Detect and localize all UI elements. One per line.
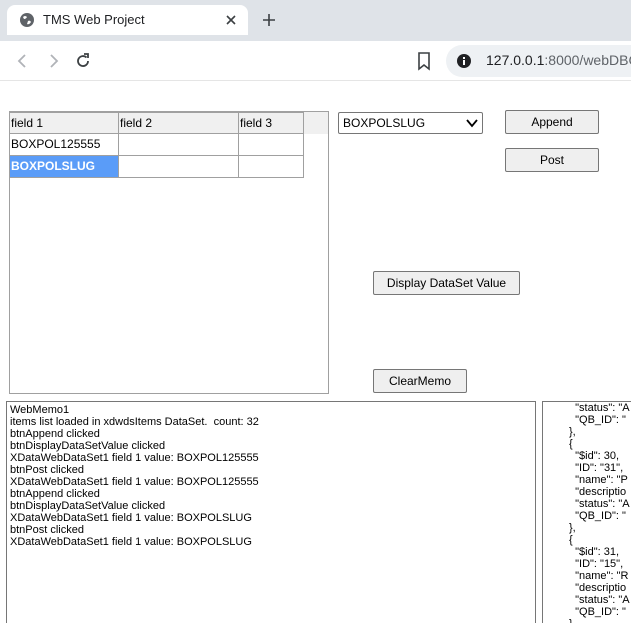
url-host: 127.0.0.1 — [486, 52, 545, 68]
append-button[interactable]: Append — [505, 110, 599, 134]
reload-icon[interactable] — [73, 51, 93, 71]
memo-line: btnAppend clicked — [10, 428, 100, 440]
memo-line: XDataWebDataSet1 field 1 value: BOXPOL12… — [10, 452, 259, 464]
browser-toolbar: 127.0.0.1:8000/webDBC — [0, 41, 631, 81]
memo-line: btnPost clicked — [10, 464, 84, 476]
memo-line: XDataWebDataSet1 field 1 value: BOXPOLSL… — [10, 536, 252, 548]
json-line: "$id": 31, — [569, 546, 620, 558]
memo-line: XDataWebDataSet1 field 1 value: BOXPOLSL… — [10, 512, 252, 524]
data-grid[interactable]: field 1 field 2 field 3 BOXPOL125555 BOX… — [9, 111, 329, 394]
close-icon[interactable] — [222, 11, 240, 29]
clear-memo-button[interactable]: ClearMemo — [373, 369, 467, 393]
memo-line: btnDisplayDataSetValue clicked — [10, 440, 166, 452]
item-select-value: BOXPOLSLUG — [343, 116, 426, 130]
memo-line: btnPost clicked — [10, 524, 84, 536]
memo-line: XDataWebDataSet1 field 1 value: BOXPOL12… — [10, 476, 259, 488]
memo-line: WebMemo1 — [10, 404, 70, 416]
json-line: "descriptio — [569, 486, 627, 498]
grid-header-field-3[interactable]: field 3 — [239, 112, 304, 134]
grid-cell-r1-field-2[interactable] — [119, 134, 239, 156]
grid-header-field-2[interactable]: field 2 — [119, 112, 239, 134]
grid-cell-r2-field-1[interactable]: BOXPOLSLUG — [10, 156, 119, 178]
url-path: :8000/webDBC — [544, 52, 631, 68]
post-button[interactable]: Post — [505, 148, 599, 172]
json-line: "status": "A — [569, 594, 630, 606]
json-line: "QB_ID": " — [569, 510, 626, 522]
json-line: }, — [569, 618, 631, 623]
globe-icon — [20, 13, 34, 27]
grid-header-field-1[interactable]: field 1 — [10, 112, 119, 134]
browser-tabstrip: TMS Web Project — [0, 0, 631, 41]
json-line: }, — [569, 426, 576, 438]
json-line: "$id": 30, — [569, 450, 620, 462]
json-line: "QB_ID": " — [569, 414, 626, 426]
memo-line: items list loaded in xdwdsItems DataSet.… — [10, 416, 259, 428]
grid-cell-r1-field-1[interactable]: BOXPOL125555 — [10, 134, 119, 156]
address-bar[interactable]: 127.0.0.1:8000/webDBC — [446, 45, 631, 77]
json-line: "status": "A — [569, 498, 630, 510]
json-line: }, — [569, 522, 576, 534]
json-line: { — [569, 534, 573, 546]
log-memo[interactable]: WebMemo1 items list loaded in xdwdsItems … — [6, 401, 536, 623]
memo-line: btnAppend clicked — [10, 488, 100, 500]
item-select[interactable]: BOXPOLSLUG — [338, 112, 483, 134]
json-line: "name": "R — [569, 570, 629, 582]
new-tab-icon[interactable] — [259, 10, 279, 30]
json-line: "QB_ID": " — [569, 606, 626, 618]
display-dataset-value-button[interactable]: Display DataSet Value — [373, 271, 520, 295]
json-memo[interactable]: "status": "A "QB_ID": "},{ "$id": 30, "I… — [542, 401, 631, 623]
browser-tab[interactable]: TMS Web Project — [7, 5, 248, 35]
json-line: "descriptio — [569, 582, 627, 594]
grid-cell-r2-field-3[interactable] — [239, 156, 304, 178]
url-text: 127.0.0.1:8000/webDBC — [486, 52, 631, 68]
info-icon[interactable] — [456, 53, 472, 69]
memo-line: btnDisplayDataSetValue clicked — [10, 500, 166, 512]
grid-cell-r1-field-3[interactable] — [239, 134, 304, 156]
json-line: "status": "A — [569, 402, 630, 414]
chevron-down-icon — [466, 119, 478, 128]
bookmark-icon[interactable] — [414, 50, 434, 72]
grid-cell-r2-field-2[interactable] — [119, 156, 239, 178]
json-line: "ID": "15", — [569, 558, 624, 570]
json-line: "name": "P — [569, 474, 628, 486]
back-icon[interactable] — [13, 51, 33, 71]
tab-title: TMS Web Project — [43, 12, 145, 27]
json-line: "ID": "31", — [569, 462, 624, 474]
forward-icon[interactable] — [43, 51, 63, 71]
json-line: { — [569, 438, 573, 450]
